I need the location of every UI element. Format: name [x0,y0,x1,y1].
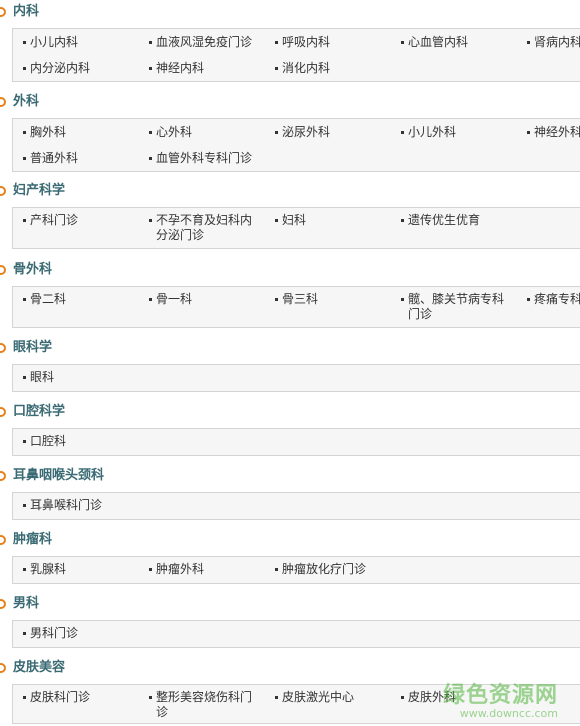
dept-link[interactable]: 神经内科 [149,61,204,76]
dept-link[interactable]: 泌尿外科 [275,125,330,140]
section-title: 耳鼻咽喉头颈科 [0,466,580,486]
section-title-text: 外科 [13,94,40,109]
dept-link[interactable]: 男科门诊 [23,626,78,641]
section-title-text: 皮肤美容 [13,660,66,675]
dept-link[interactable]: 心血管内科 [401,35,468,50]
section-title: 眼科学 [0,338,580,358]
site-watermark: 绿色资源网 www.downcc.com [443,677,558,720]
dept-link[interactable]: 乳腺科 [23,562,66,577]
orange-circle-icon [0,343,6,353]
department-list: 乳腺科 肿瘤外科 肿瘤放化疗门诊 [12,556,580,584]
section-title-text: 眼科学 [13,340,53,355]
section-title-text: 口腔科学 [13,404,66,419]
dept-link[interactable]: 耳鼻喉科门诊 [23,498,102,513]
department-list: 骨二科 骨一科 骨三科 髋、膝关节病专科门诊 疼痛专科 [12,286,580,328]
section-title: 男科 [0,594,580,614]
section-ophthalmology: 眼科学 眼科 [0,338,580,392]
orange-circle-icon [0,663,6,673]
section-obstetrics-gynecology: 妇产科学 产科门诊 不孕不育及妇科内分泌门诊 妇科 遗传优生优育 [0,181,580,249]
section-title: 肿瘤科 [0,530,580,550]
dept-link[interactable]: 普通外科 [23,151,78,166]
section-oncology: 肿瘤科 乳腺科 肿瘤外科 肿瘤放化疗门诊 [0,530,580,584]
orange-circle-icon [0,471,6,481]
orange-circle-icon [0,265,6,275]
section-title-text: 肿瘤科 [13,532,53,547]
section-title: 内科 [0,2,580,22]
dept-link[interactable]: 小儿外科 [401,125,456,140]
dept-link[interactable]: 肿瘤外科 [149,562,204,577]
dept-link[interactable]: 呼吸内科 [275,35,330,50]
orange-circle-icon [0,535,6,545]
section-internal-medicine: 内科 小儿内科 血液风湿免疫门诊 呼吸内科 心血管内科 肾病内科 内分泌内科 神… [0,2,580,82]
orange-circle-icon [0,599,6,609]
dept-link[interactable]: 皮肤激光中心 [275,690,354,705]
section-title-text: 骨外科 [13,262,53,277]
department-list: 产科门诊 不孕不育及妇科内分泌门诊 妇科 遗传优生优育 [12,207,580,249]
dept-link[interactable]: 髋、膝关节病专科门诊 [401,292,515,322]
section-ent: 耳鼻咽喉头颈科 耳鼻喉科门诊 [0,466,580,520]
dept-link[interactable]: 产科门诊 [23,213,78,228]
section-title-text: 妇产科学 [13,183,66,198]
section-stomatology: 口腔科学 口腔科 [0,402,580,456]
dept-link[interactable]: 不孕不育及妇科内分泌门诊 [149,213,261,243]
dept-link[interactable]: 血管外科专科门诊 [149,151,252,166]
dept-link[interactable]: 肿瘤放化疗门诊 [275,562,366,577]
dept-link[interactable]: 血液风湿免疫门诊 [149,35,252,50]
department-list: 眼科 [12,364,580,392]
section-surgery: 外科 胸外科 心外科 泌尿外科 小儿外科 神经外科 普通外科 血管外科专科门诊 [0,92,580,172]
dept-link[interactable]: 肾病内科 [527,35,580,50]
section-title: 外科 [0,92,580,112]
section-title: 骨外科 [0,260,580,280]
section-title: 皮肤美容 [0,658,580,678]
dept-link[interactable]: 遗传优生优育 [401,213,480,228]
department-list: 小儿内科 血液风湿免疫门诊 呼吸内科 心血管内科 肾病内科 内分泌内科 神经内科… [12,28,580,82]
section-title: 口腔科学 [0,402,580,422]
dept-link[interactable]: 整形美容烧伤科门诊 [149,690,261,720]
dept-link[interactable]: 骨二科 [23,292,66,307]
dept-link[interactable]: 心外科 [149,125,192,140]
dept-link[interactable]: 眼科 [23,370,54,385]
section-title-text: 内科 [13,4,40,19]
dept-link[interactable]: 皮肤科门诊 [23,690,90,705]
dept-link[interactable]: 小儿内科 [23,35,78,50]
orange-circle-icon [0,186,6,196]
dept-link[interactable]: 骨三科 [275,292,318,307]
section-orthopedics: 骨外科 骨二科 骨一科 骨三科 髋、膝关节病专科门诊 疼痛专科 [0,260,580,328]
department-list: 胸外科 心外科 泌尿外科 小儿外科 神经外科 普通外科 血管外科专科门诊 [12,118,580,172]
section-title-text: 男科 [13,596,40,611]
dept-link[interactable]: 骨一科 [149,292,192,307]
section-andrology: 男科 男科门诊 [0,594,580,648]
orange-circle-icon [0,7,6,17]
dept-link[interactable]: 内分泌内科 [23,61,90,76]
watermark-name: 绿色资源网 [442,683,558,708]
dept-link[interactable]: 消化内科 [275,61,330,76]
watermark-url: www.downcc.com [459,707,558,720]
department-list: 口腔科 [12,428,580,456]
section-title-text: 耳鼻咽喉头颈科 [13,468,105,483]
dept-link[interactable]: 口腔科 [23,434,66,449]
dept-link[interactable]: 妇科 [275,213,306,228]
dept-link[interactable]: 疼痛专科 [527,292,580,307]
dept-link[interactable]: 神经外科 [527,125,580,140]
department-list: 耳鼻喉科门诊 [12,492,580,520]
dept-link[interactable]: 胸外科 [23,125,66,140]
orange-circle-icon [0,97,6,107]
section-title: 妇产科学 [0,181,580,201]
orange-circle-icon [0,407,6,417]
department-list: 男科门诊 [12,620,580,648]
